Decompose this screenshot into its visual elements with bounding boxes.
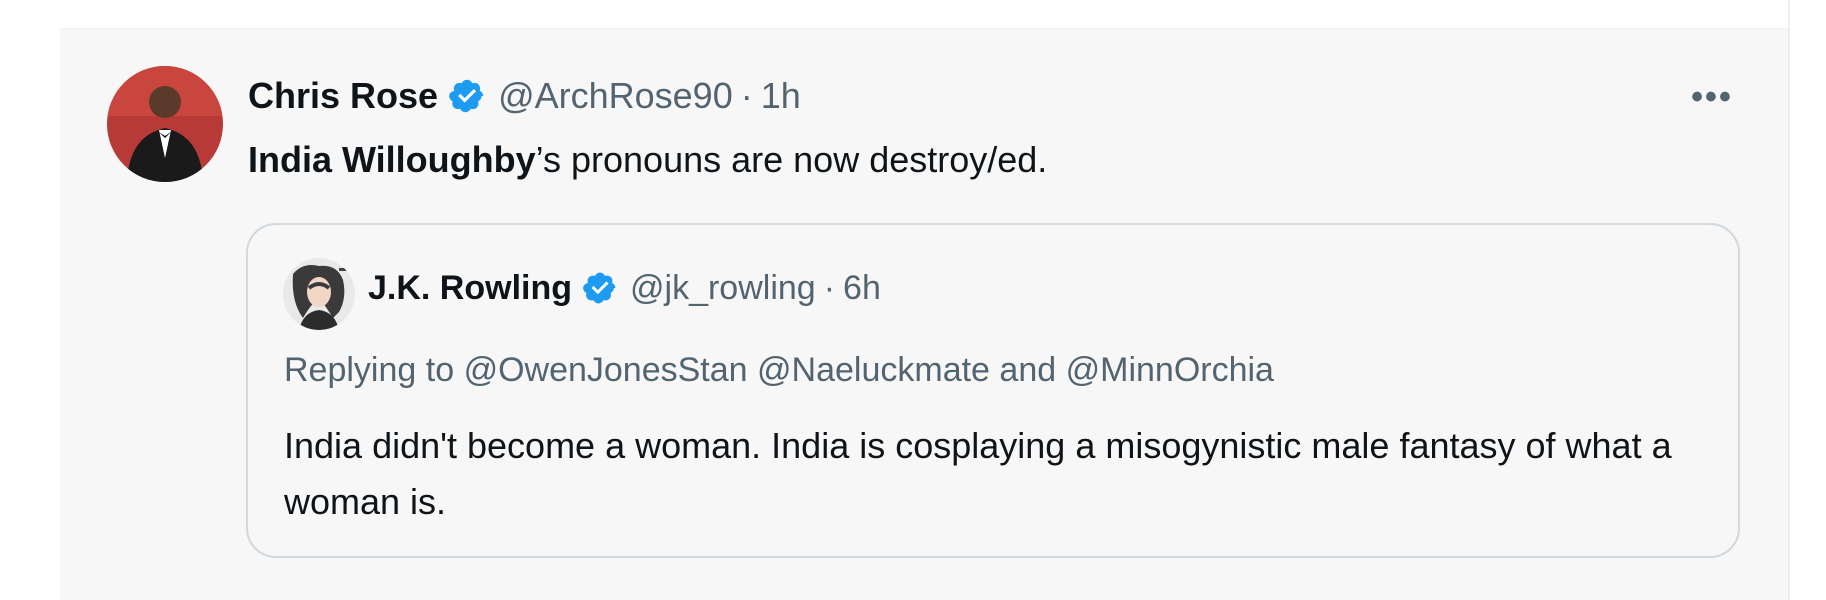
tweet-text: India Willoughby’s pronouns are now dest…	[248, 136, 1047, 184]
quoted-author-name[interactable]: J.K. Rowling	[368, 269, 572, 308]
dot-separator: ·	[823, 268, 836, 307]
reply-mention-3[interactable]: @MinnOrchia	[1066, 351, 1274, 389]
quoted-author-avatar[interactable]	[283, 258, 355, 330]
more-options-icon[interactable]: •••	[1684, 72, 1740, 122]
reply-mention-1[interactable]: @OwenJonesStan	[464, 351, 748, 389]
quoted-tweet-timestamp[interactable]: 6h	[843, 269, 881, 308]
author-handle[interactable]: @ArchRose90	[498, 75, 733, 117]
dot-separator: ·	[740, 75, 753, 116]
author-avatar[interactable]	[107, 66, 223, 182]
quoted-author-handle[interactable]: @jk_rowling	[630, 269, 816, 308]
author-name[interactable]: Chris Rose	[248, 75, 438, 117]
and-word: and	[999, 351, 1057, 389]
quoted-tweet-text: India didn't become a woman. India is co…	[284, 425, 1672, 522]
verified-badge-icon[interactable]	[582, 270, 618, 306]
previous-tweet-card	[60, 0, 1788, 29]
timeline-border	[1788, 0, 1790, 600]
verified-badge-icon[interactable]	[448, 77, 486, 115]
quoted-tweet-header: J.K. Rowling @jk_rowling · 6h	[368, 262, 881, 314]
replying-to-line: Replying to @OwenJonesStan @Naeluckmate …	[284, 348, 1274, 392]
replying-to-label: Replying to	[284, 351, 455, 389]
reply-mention-2[interactable]: @Naeluckmate	[757, 351, 990, 389]
tweet-text-rest: ’s pronouns are now destroy/ed.	[535, 139, 1048, 180]
tweet-timestamp[interactable]: 1h	[761, 75, 801, 117]
tweet-header: Chris Rose @ArchRose90 · 1h	[248, 68, 801, 124]
mentioned-name: India Willoughby	[248, 139, 536, 180]
